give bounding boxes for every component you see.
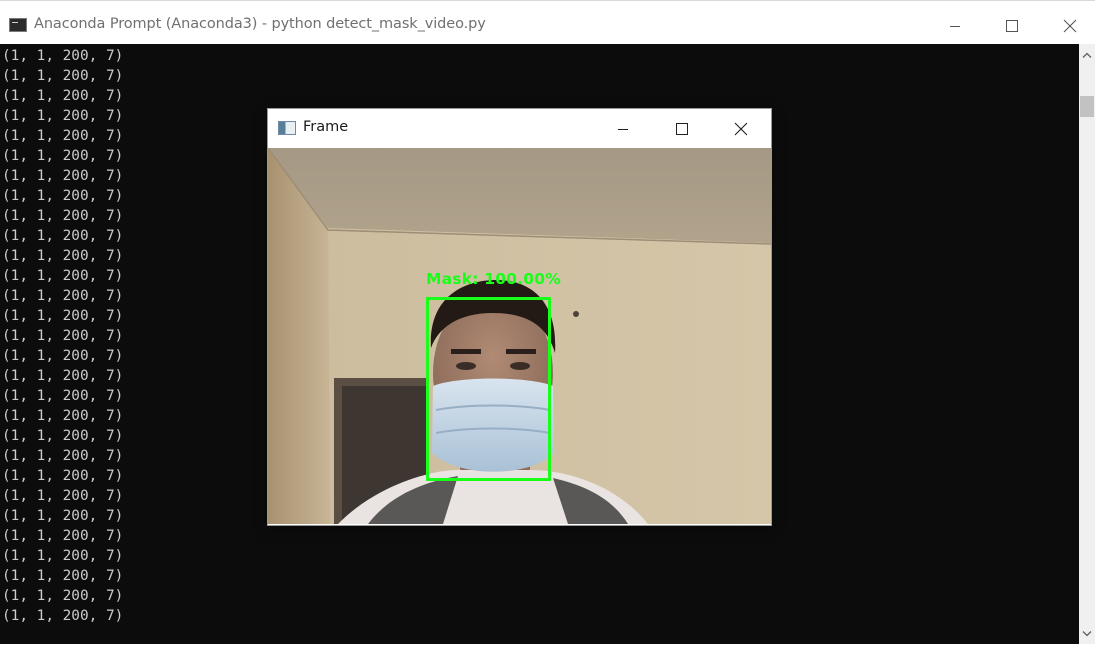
- detection-label: Mask: 100.00%: [426, 270, 561, 288]
- console-line: (1, 1, 200, 7): [2, 168, 124, 184]
- webcam-video-feed: Mask: 100.00%: [268, 148, 771, 524]
- minimize-icon: [950, 25, 960, 27]
- console-icon: [9, 18, 27, 32]
- console-maximize-button[interactable]: [984, 7, 1040, 44]
- maximize-icon: [1006, 19, 1018, 32]
- console-line: (1, 1, 200, 7): [2, 248, 124, 264]
- frame-close-button[interactable]: [712, 109, 770, 148]
- frame-maximize-button[interactable]: [653, 109, 711, 148]
- console-line: (1, 1, 200, 7): [2, 88, 124, 104]
- console-line: (1, 1, 200, 7): [2, 388, 124, 404]
- console-line: (1, 1, 200, 7): [2, 328, 124, 344]
- maximize-icon: [676, 122, 688, 135]
- console-line: (1, 1, 200, 7): [2, 528, 124, 544]
- frame-title: Frame: [303, 119, 349, 135]
- console-line: (1, 1, 200, 7): [2, 48, 124, 64]
- console-line: (1, 1, 200, 7): [2, 408, 124, 424]
- scroll-up-button[interactable]: [1079, 46, 1095, 63]
- close-icon: [1063, 19, 1077, 32]
- console-line: (1, 1, 200, 7): [2, 508, 124, 524]
- console-line: (1, 1, 200, 7): [2, 288, 124, 304]
- console-line: (1, 1, 200, 7): [2, 468, 124, 484]
- console-line: (1, 1, 200, 7): [2, 228, 124, 244]
- console-line: (1, 1, 200, 7): [2, 608, 124, 624]
- console-line: (1, 1, 200, 7): [2, 548, 124, 564]
- console-line: (1, 1, 200, 7): [2, 108, 124, 124]
- chevron-down-icon: [1082, 630, 1092, 636]
- console-titlebar[interactable]: Anaconda Prompt (Anaconda3) - python det…: [0, 7, 1095, 44]
- detection-bounding-box: [426, 297, 551, 481]
- console-line: (1, 1, 200, 7): [2, 568, 124, 584]
- console-line: (1, 1, 200, 7): [2, 148, 124, 164]
- console-title: Anaconda Prompt (Anaconda3) - python det…: [34, 16, 486, 32]
- console-line: (1, 1, 200, 7): [2, 188, 124, 204]
- console-minimize-button[interactable]: [927, 7, 983, 44]
- console-line: (1, 1, 200, 7): [2, 308, 124, 324]
- console-line: (1, 1, 200, 7): [2, 128, 124, 144]
- console-line: (1, 1, 200, 7): [2, 348, 124, 364]
- chevron-up-icon: [1082, 52, 1092, 58]
- frame-app-icon: [278, 121, 296, 135]
- frame-window: Frame Mask: 100.00%: [268, 109, 771, 525]
- console-scrollbar[interactable]: [1079, 44, 1095, 644]
- console-line: (1, 1, 200, 7): [2, 488, 124, 504]
- scroll-thumb[interactable]: [1080, 96, 1094, 117]
- frame-minimize-button[interactable]: [594, 109, 652, 148]
- console-line: (1, 1, 200, 7): [2, 68, 124, 84]
- minimize-icon: [618, 128, 628, 130]
- console-line: (1, 1, 200, 7): [2, 268, 124, 284]
- console-line: (1, 1, 200, 7): [2, 588, 124, 604]
- console-output: (1, 1, 200, 7) (1, 1, 200, 7) (1, 1, 200, …: [2, 46, 123, 626]
- window-bottom-border: [0, 644, 1095, 649]
- close-icon: [734, 122, 748, 135]
- console-line: (1, 1, 200, 7): [2, 448, 124, 464]
- scroll-down-button[interactable]: [1079, 625, 1095, 642]
- console-close-button[interactable]: [1042, 7, 1095, 44]
- console-line: (1, 1, 200, 7): [2, 368, 124, 384]
- console-line: (1, 1, 200, 7): [2, 428, 124, 444]
- frame-titlebar[interactable]: Frame: [268, 109, 771, 148]
- console-line: (1, 1, 200, 7): [2, 208, 124, 224]
